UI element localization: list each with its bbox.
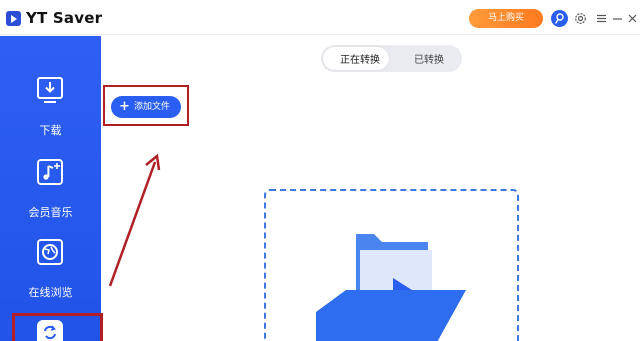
sidebar-item-label: 下载 <box>39 124 62 137</box>
buy-now-button[interactable]: 马上购买 <box>469 9 543 28</box>
title-bar: YT Saver 马上购买 <box>0 0 640 35</box>
tab-converting[interactable]: 正在转换 <box>340 51 380 66</box>
app-title: YT Saver <box>26 9 103 27</box>
plus-icon: + <box>119 99 130 114</box>
sidebar-item-member-music[interactable]: 会员音乐 <box>0 158 101 230</box>
music-icon <box>36 158 64 186</box>
user-icon[interactable] <box>551 10 568 27</box>
menu-icon[interactable] <box>595 12 608 25</box>
conversion-tabs: 正在转换 已转换 <box>321 45 462 72</box>
video-folder-icon <box>316 234 466 341</box>
app-logo-icon <box>6 11 21 26</box>
close-icon[interactable] <box>626 12 639 25</box>
minimize-icon[interactable] <box>611 12 624 25</box>
browser-icon <box>36 238 64 266</box>
sidebar: 下载 会员音乐 在线浏览 <box>0 36 101 341</box>
sidebar-item-label: 在线浏览 <box>28 286 73 299</box>
settings-icon[interactable] <box>574 12 587 25</box>
download-icon <box>36 76 64 104</box>
add-file-button[interactable]: + 添加文件 <box>111 96 181 118</box>
convert-icon[interactable] <box>37 320 63 341</box>
sidebar-item-online-browse[interactable]: 在线浏览 <box>0 238 101 310</box>
add-file-label: 添加文件 <box>134 102 171 112</box>
sidebar-item-download[interactable]: 下载 <box>0 76 101 148</box>
sidebar-item-label: 会员音乐 <box>28 206 73 219</box>
tab-converted[interactable]: 已转换 <box>414 51 444 66</box>
